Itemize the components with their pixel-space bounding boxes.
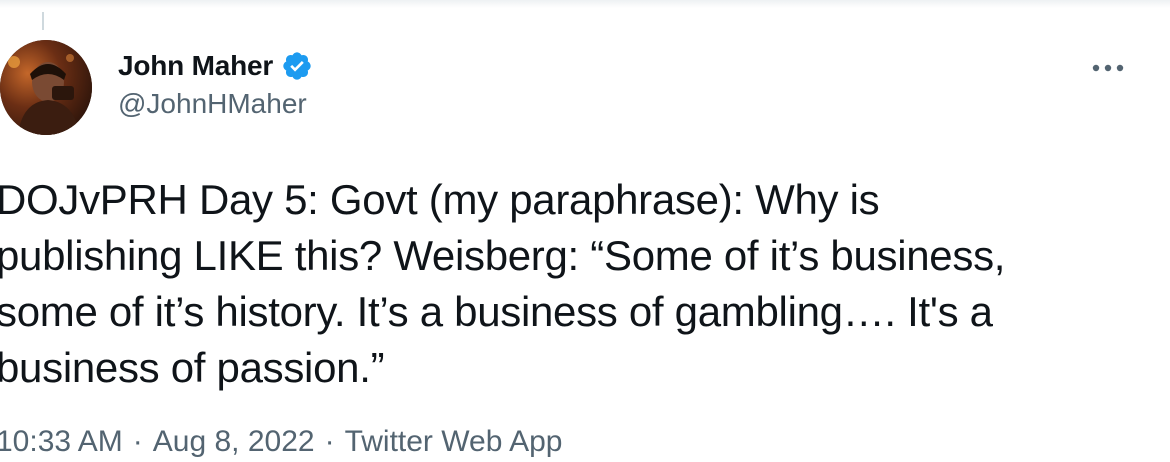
tweet-time[interactable]: 10:33 AM — [0, 422, 123, 462]
verified-badge-icon — [281, 50, 313, 82]
avatar[interactable] — [0, 40, 92, 135]
meta-separator: · — [132, 425, 143, 458]
meta-separator: · — [324, 425, 335, 458]
tweet-text: DOJvPRH Day 5: Govt (my paraphrase): Why… — [0, 172, 1164, 396]
tweet-text-line: publishing LIKE this? Weisberg: “Some of… — [0, 232, 1006, 279]
author-name-row: John Maher — [118, 46, 313, 86]
tweet-metadata: 10:33 AM · Aug 8, 2022 · Twitter Web App — [0, 422, 562, 462]
tweet-author: John Maher @JohnHMaher — [118, 46, 313, 120]
tweet-text-line: DOJvPRH Day 5: Govt (my paraphrase): Why… — [0, 176, 880, 223]
thread-connector-line — [42, 12, 44, 30]
tweet-text-line: some of it’s history. It’s a business of… — [0, 288, 993, 335]
tweet-text-line: business of passion.” — [0, 344, 385, 391]
author-display-name[interactable]: John Maher — [118, 50, 273, 82]
author-handle[interactable]: @JohnHMaher — [118, 88, 313, 120]
top-divider — [0, 0, 1170, 8]
tweet-date[interactable]: Aug 8, 2022 — [153, 422, 315, 462]
tweet-source[interactable]: Twitter Web App — [345, 422, 563, 462]
more-options-button[interactable] — [1086, 54, 1130, 82]
avatar-photo-icon — [0, 40, 92, 135]
more-options-icon — [1092, 64, 1124, 72]
